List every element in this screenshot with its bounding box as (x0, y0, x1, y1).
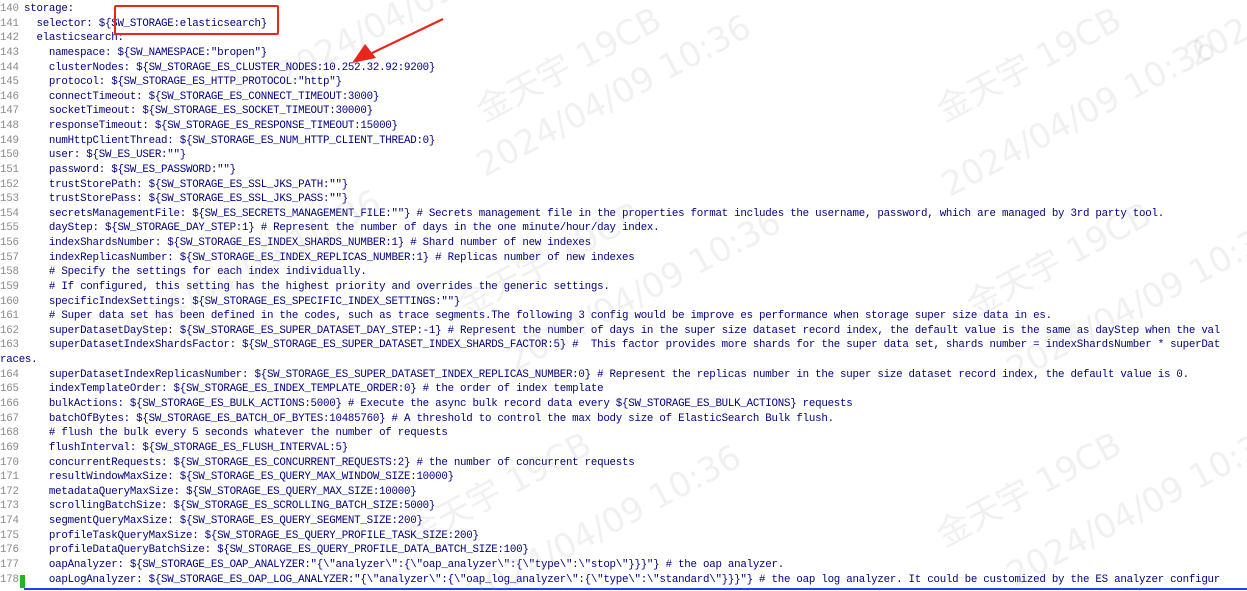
annotation-arrow-icon (352, 18, 444, 63)
